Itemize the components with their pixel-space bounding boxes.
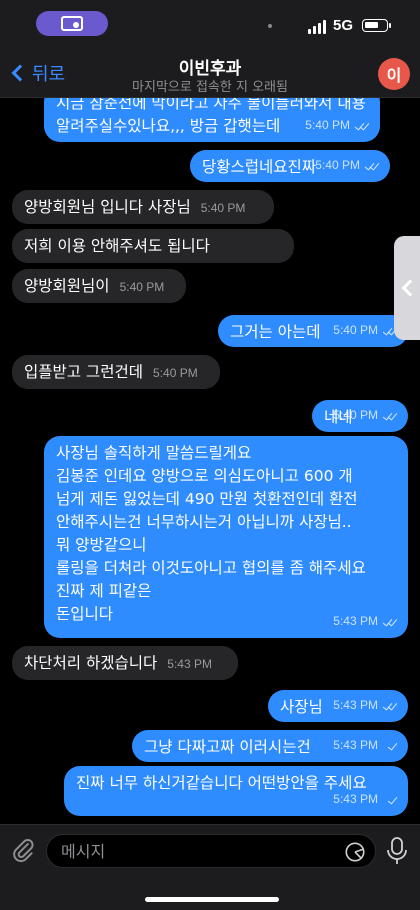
message-time: 5:40 PM (315, 158, 360, 172)
message-bubble[interactable]: 지금 잠준전에 막이라고 자주 물이들러와서 내용 알려주실수있나요,,, 방금… (44, 98, 380, 142)
network-label: 5G (333, 17, 354, 34)
double-check-icon (382, 410, 398, 421)
message-bubble[interactable]: 차단처리 하겠습니다 5:43 PM (12, 646, 238, 680)
message-text: 그거는 아는데 (230, 323, 321, 341)
double-check-icon (354, 120, 370, 131)
microphone-icon[interactable] (386, 837, 408, 865)
chat-header: 뒤로 이빈후과 마지막으로 접속한 지 오래됨 이 (0, 50, 420, 98)
avatar[interactable]: 이 (378, 58, 410, 90)
message-text: 저희 이용 안해주셔도 됩니다 (24, 237, 210, 255)
message-bubble[interactable]: 사장님 솔직하게 말씀드릴게요 김봉준 인데요 양방으로 의심도아니고 600 … (44, 436, 408, 638)
status-dot (268, 24, 272, 28)
message-text: 입플받고 그런건데 (24, 363, 144, 381)
message-text: 그냥 다짜고짜 이러시는건 (144, 738, 311, 756)
signal-icon (308, 20, 326, 34)
side-panel-handle[interactable] (394, 236, 420, 340)
message-bubble[interactable]: 그거는 아는데 5:40 PM (218, 315, 408, 347)
message-time: 5:40 PM (200, 201, 246, 215)
message-time: 5:43 PM (333, 792, 378, 806)
last-seen-status: 마지막으로 접속한 지 오래됨 (132, 80, 288, 95)
message-list[interactable]: 먹튀소파 지금 잠준전에 막이라고 자주 물이들러와서 내용 알려주실수있나요,… (0, 98, 420, 824)
screen-share-pill[interactable] (36, 11, 108, 36)
home-indicator (145, 897, 279, 902)
status-bar: 5G (0, 0, 420, 50)
message-time: 5:40 PM (333, 408, 378, 422)
paperclip-icon[interactable] (10, 837, 36, 863)
chevron-left-icon (401, 279, 419, 297)
double-check-icon (382, 616, 398, 627)
screen-share-icon (61, 16, 83, 31)
message-bubble[interactable]: 그냥 다짜고짜 이러시는건 5:43 PM (132, 730, 408, 762)
check-icon (382, 794, 398, 805)
double-check-icon (382, 700, 398, 711)
message-text: 양방회원님 입니다 사장님 (24, 198, 191, 216)
message-time: 5:43 PM (333, 614, 378, 628)
double-check-icon (364, 160, 380, 171)
message-text: 사장님 (280, 698, 323, 716)
sticker-icon[interactable] (344, 841, 366, 863)
message-bubble[interactable]: 양방회원님이 5:40 PM (12, 269, 186, 303)
battery-icon (362, 19, 391, 32)
message-time: 5:43 PM (333, 738, 378, 752)
message-bubble[interactable]: 양방회원님 입니다 사장님 5:40 PM (12, 190, 274, 224)
message-bubble[interactable]: 입플받고 그런건데 5:40 PM (12, 355, 220, 389)
message-bubble[interactable]: 네네 5:40 PM (312, 400, 408, 432)
message-bubble[interactable]: 당황스럽네요진짜 5:40 PM (190, 150, 390, 182)
message-bubble[interactable]: 저희 이용 안해주셔도 됩니다 (12, 229, 294, 263)
message-bubble[interactable]: 사장님 5:43 PM (268, 690, 408, 722)
message-time: 5:40 PM (153, 366, 198, 380)
message-text: 사장님 솔직하게 말씀드릴게요 김봉준 인데요 양방으로 의심도아니고 600 … (56, 444, 366, 623)
check-icon (382, 740, 398, 751)
message-text: 양방회원님이 (24, 277, 110, 295)
message-text: 차단처리 하겠습니다 (24, 654, 158, 672)
message-input[interactable] (46, 834, 376, 868)
message-bubble[interactable]: 진짜 너무 하신거같습니다 어떤방안을 주세요 5:43 PM (64, 766, 408, 816)
message-time: 5:40 PM (305, 118, 350, 132)
message-time: 5:43 PM (167, 657, 212, 671)
message-text: 당황스럽네요진짜 (202, 158, 317, 176)
message-time: 5:40 PM (119, 280, 165, 294)
message-composer (0, 824, 420, 910)
message-time: 5:43 PM (333, 698, 378, 712)
message-time: 5:40 PM (333, 323, 378, 337)
